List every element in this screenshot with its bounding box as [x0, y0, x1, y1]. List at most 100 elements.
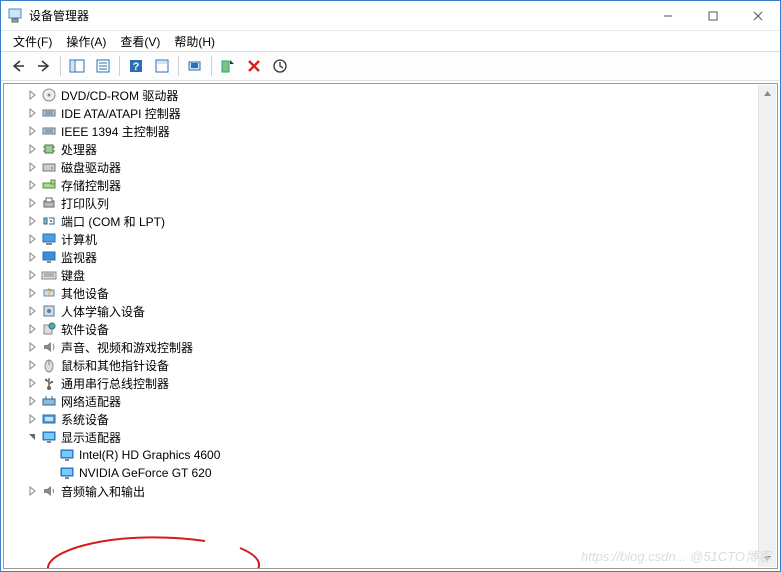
monitor-icon [41, 249, 57, 265]
collapse-icon[interactable] [26, 431, 38, 443]
tree-item[interactable]: 软件设备 [8, 320, 777, 338]
close-button[interactable] [735, 1, 780, 30]
scroll-down-button[interactable] [759, 550, 776, 567]
window-title: 设备管理器 [29, 7, 645, 24]
expand-icon[interactable] [26, 143, 38, 155]
tree-item[interactable]: 网络适配器 [8, 392, 777, 410]
device-tree-pane[interactable]: DVD/CD-ROM 驱动器 IDE ATA/ATAPI 控制器 IEEE 13… [3, 83, 778, 569]
software-icon [41, 321, 57, 337]
expand-icon[interactable] [26, 377, 38, 389]
expand-icon[interactable] [26, 107, 38, 119]
enable-device-button[interactable] [216, 54, 240, 78]
hid-icon [41, 303, 57, 319]
tree-item[interactable]: 音频输入和输出 [8, 482, 777, 500]
keyboard-icon [41, 267, 57, 283]
tree-item[interactable]: 键盘 [8, 266, 777, 284]
sound-icon [41, 339, 57, 355]
tree-item[interactable]: 声音、视频和游戏控制器 [8, 338, 777, 356]
expand-icon[interactable] [26, 179, 38, 191]
expand-icon[interactable] [26, 323, 38, 335]
expand-icon[interactable] [26, 215, 38, 227]
expand-icon[interactable] [26, 485, 38, 497]
usb-icon [41, 375, 57, 391]
scan-hardware-button[interactable] [183, 54, 207, 78]
back-button[interactable] [6, 54, 30, 78]
tree-item-label: 打印队列 [61, 195, 109, 212]
expand-icon[interactable] [26, 341, 38, 353]
expand-icon[interactable] [26, 89, 38, 101]
mouse-icon [41, 357, 57, 373]
tree-item-label: 软件设备 [61, 321, 109, 338]
disc-icon [41, 87, 57, 103]
menu-view[interactable]: 查看(V) [114, 31, 166, 52]
other-icon: ? [41, 285, 57, 301]
disk-icon [41, 159, 57, 175]
tree-item[interactable]: 计算机 [8, 230, 777, 248]
toolbar-divider [119, 56, 120, 76]
tree-item[interactable]: 存储控制器 [8, 176, 777, 194]
forward-button[interactable] [32, 54, 56, 78]
tree-child-item[interactable]: Intel(R) HD Graphics 4600 [8, 446, 777, 464]
tree-item-label: IDE ATA/ATAPI 控制器 [61, 105, 181, 122]
storage-icon [41, 177, 57, 193]
update-driver-button[interactable] [268, 54, 292, 78]
tree-item-label: IEEE 1394 主控制器 [61, 123, 170, 140]
properties-button[interactable] [91, 54, 115, 78]
expand-icon[interactable] [26, 413, 38, 425]
menu-action[interactable]: 操作(A) [60, 31, 112, 52]
expand-icon[interactable] [26, 287, 38, 299]
toolbar-divider [60, 56, 61, 76]
expand-icon[interactable] [26, 125, 38, 137]
uninstall-device-button[interactable] [242, 54, 266, 78]
audio-icon [41, 483, 57, 499]
port-icon [41, 213, 57, 229]
tree-item[interactable]: 打印队列 [8, 194, 777, 212]
expand-icon[interactable] [26, 359, 38, 371]
tree-item[interactable]: ? 其他设备 [8, 284, 777, 302]
help-button[interactable]: ? [124, 54, 148, 78]
expand-icon[interactable] [26, 233, 38, 245]
tree-item-label: 显示适配器 [61, 429, 121, 446]
tree-item-label: 音频输入和输出 [61, 483, 145, 500]
watermark-text: https://blog.csdn... @51CTO博客 [581, 546, 771, 565]
tree-item[interactable]: IDE ATA/ATAPI 控制器 [8, 104, 777, 122]
expand-icon[interactable] [26, 269, 38, 281]
tree-item-display-adapters[interactable]: 显示适配器 [8, 428, 777, 446]
tree-item[interactable]: 磁盘驱动器 [8, 158, 777, 176]
tree-item-label: 处理器 [61, 141, 97, 158]
annotation-circle [40, 535, 280, 569]
app-window: 设备管理器 文件(F) 操作(A) 查看(V) 帮助(H) ? DVD/C [0, 0, 781, 572]
tree-item-label: 磁盘驱动器 [61, 159, 121, 176]
content-area: DVD/CD-ROM 驱动器 IDE ATA/ATAPI 控制器 IEEE 13… [1, 81, 780, 571]
tree-item[interactable]: 监视器 [8, 248, 777, 266]
menu-help[interactable]: 帮助(H) [168, 31, 221, 52]
cpu-icon [41, 141, 57, 157]
title-bar[interactable]: 设备管理器 [1, 1, 780, 31]
tree-item-label: 其他设备 [61, 285, 109, 302]
vertical-scrollbar[interactable] [758, 85, 776, 567]
refresh-button[interactable] [150, 54, 174, 78]
tree-item[interactable]: 系统设备 [8, 410, 777, 428]
tree-item-label: NVIDIA GeForce GT 620 [79, 466, 212, 480]
expand-icon[interactable] [26, 395, 38, 407]
tree-item-label: DVD/CD-ROM 驱动器 [61, 87, 178, 104]
tree-item[interactable]: 处理器 [8, 140, 777, 158]
tree-item[interactable]: IEEE 1394 主控制器 [8, 122, 777, 140]
tree-item[interactable]: 端口 (COM 和 LPT) [8, 212, 777, 230]
minimize-button[interactable] [645, 1, 690, 30]
expand-icon[interactable] [26, 251, 38, 263]
tree-item[interactable]: DVD/CD-ROM 驱动器 [8, 86, 777, 104]
expand-icon[interactable] [26, 161, 38, 173]
tree-item[interactable]: 通用串行总线控制器 [8, 374, 777, 392]
maximize-button[interactable] [690, 1, 735, 30]
expand-icon[interactable] [26, 305, 38, 317]
expand-icon[interactable] [26, 197, 38, 209]
tree-item[interactable]: 鼠标和其他指针设备 [8, 356, 777, 374]
menu-file[interactable]: 文件(F) [7, 31, 58, 52]
scroll-up-button[interactable] [759, 85, 776, 102]
tree-item[interactable]: 人体学输入设备 [8, 302, 777, 320]
tree-item-label: 存储控制器 [61, 177, 121, 194]
tree-child-item[interactable]: NVIDIA GeForce GT 620 [8, 464, 777, 482]
svg-text:?: ? [46, 287, 51, 297]
show-hide-tree-button[interactable] [65, 54, 89, 78]
